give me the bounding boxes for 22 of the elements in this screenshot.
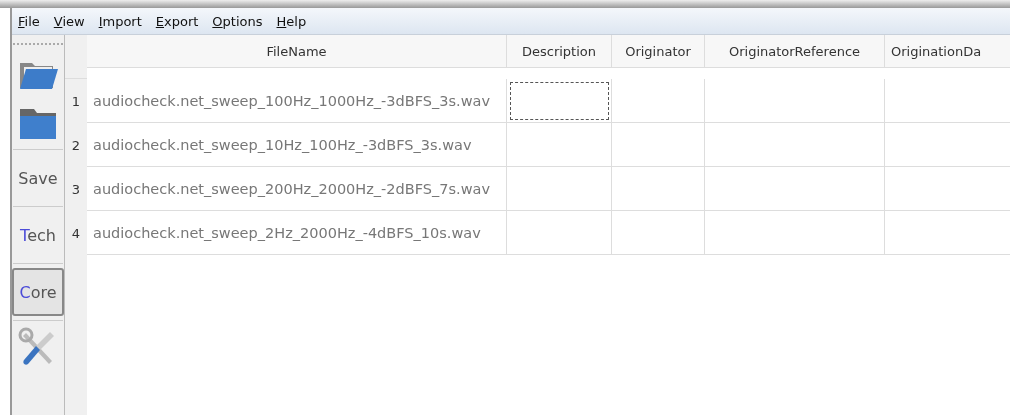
column-header[interactable]: OriginatorReference xyxy=(705,35,885,68)
table-cell[interactable] xyxy=(507,167,612,211)
toolbar-button[interactable]: Tech xyxy=(12,211,64,259)
table-cell[interactable] xyxy=(507,211,612,255)
column-header[interactable]: Originator xyxy=(612,35,705,68)
menu-item[interactable]: View xyxy=(53,13,85,29)
table-cell[interactable] xyxy=(507,79,612,123)
menu-item[interactable]: Export xyxy=(155,13,199,29)
menu-item[interactable]: Help xyxy=(276,13,307,29)
table-cell: audiocheck.net_sweep_100Hz_1000Hz_-3dBFS_3s.wav xyxy=(87,79,507,123)
menu-item[interactable]: Import xyxy=(98,13,142,29)
toolbar-button[interactable]: Core xyxy=(12,268,64,316)
column-header[interactable]: FileName xyxy=(87,35,507,68)
table-cell[interactable] xyxy=(507,123,612,167)
menu-item[interactable]: Options xyxy=(212,13,263,29)
table-cell: audiocheck.net_sweep_10Hz_100Hz_-3dBFS_3s.wav xyxy=(87,123,507,167)
column-header[interactable]: OriginationDa xyxy=(885,35,1010,68)
table-cell: audiocheck.net_sweep_2Hz_2000Hz_-4dBFS_10s.wav xyxy=(87,211,507,255)
column-header[interactable]: Description xyxy=(507,35,612,68)
toolbar-button[interactable]: Save xyxy=(12,154,64,202)
menu-item[interactable]: File xyxy=(18,13,40,29)
table-cell: audiocheck.net_sweep_200Hz_2000Hz_-2dBFS_7s.wav xyxy=(87,167,507,211)
